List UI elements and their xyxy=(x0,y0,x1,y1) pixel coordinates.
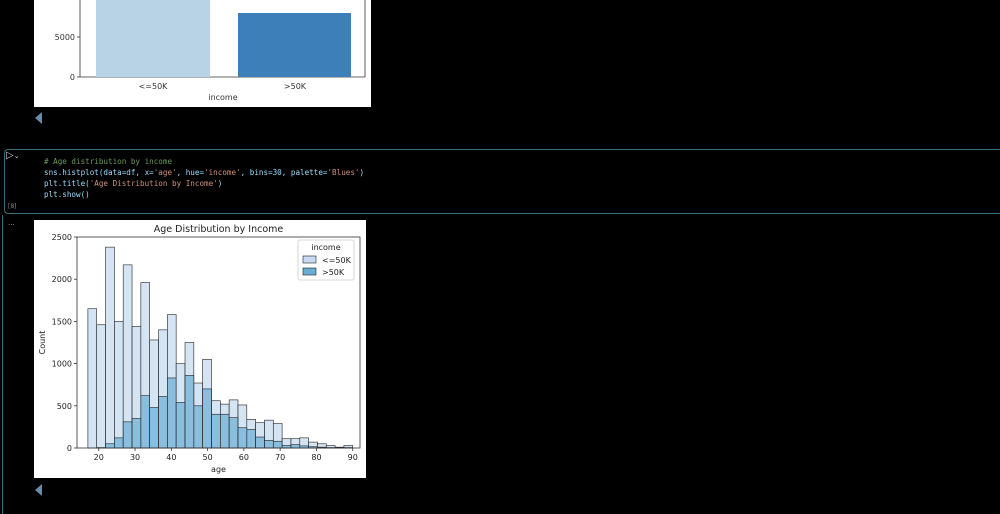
hist-bar-gt50k xyxy=(246,429,256,449)
top-xtick-gt50k: >50K xyxy=(284,82,307,91)
hist-bar-gt50k xyxy=(184,375,195,449)
y-tick-label: 2500 xyxy=(52,233,72,242)
output-menu-button[interactable]: ... xyxy=(8,219,15,227)
hist-bar-le50k xyxy=(96,324,106,449)
hist-bar-gt50k xyxy=(140,395,150,449)
legend-label: <=50K xyxy=(322,256,352,265)
hist-bar-gt50k xyxy=(149,407,159,449)
code-token: , hue= xyxy=(176,168,205,177)
top-chart-svg: 5000 0 <=50K >50K income xyxy=(55,0,366,102)
hist-bar-gt50k xyxy=(167,377,177,449)
top-ytick-5000: 5000 xyxy=(55,33,75,42)
y-axis-label: Count xyxy=(38,331,47,355)
x-tick-label: 60 xyxy=(239,453,249,462)
code-string: 'Age Distribution by Income' xyxy=(89,179,218,188)
hist-bar-gt50k xyxy=(175,402,186,449)
top-chart-output: 5000 0 <=50K >50K income xyxy=(34,0,371,107)
legend-label: >50K xyxy=(322,268,345,277)
code-token: plt.show() xyxy=(44,190,90,199)
hist-bar-gt50k xyxy=(193,405,203,449)
histogram-output: 20 30 40 50 60 70 80 90 0 500 1000 1500 2000 2500 Age … xyxy=(34,220,366,478)
histogram-svg: 20 30 40 50 60 70 80 90 0 500 1000 1500 2000 2500 Age … xyxy=(38,224,361,474)
y-tick-label: 0 xyxy=(67,444,72,453)
code-token: , bins=30, palette= xyxy=(240,168,328,177)
code-string: 'income' xyxy=(204,168,241,177)
code-token: ) xyxy=(359,168,365,177)
legend-title: income xyxy=(311,243,340,252)
x-tick-label: 30 xyxy=(130,453,140,462)
y-tick-label: 1500 xyxy=(52,317,72,326)
chart-title: Age Distribution by Income xyxy=(154,224,284,235)
code-comment: # Age distribution by income xyxy=(44,157,173,166)
code-string: 'age' xyxy=(153,168,177,177)
code-editor[interactable]: # Age distribution by income sns.histplo… xyxy=(44,156,364,200)
hist-bar-gt50k xyxy=(105,443,115,449)
hist-bar-le50k xyxy=(122,264,133,449)
collapse-output-icon[interactable] xyxy=(35,112,42,124)
x-tick-label: 70 xyxy=(275,453,285,462)
chevron-down-icon: ⌄ xyxy=(13,152,20,160)
execution-count: [8] xyxy=(8,203,17,210)
x-axis-label: age xyxy=(211,465,226,474)
code-string: 'Blues' xyxy=(327,168,360,177)
y-tick-label: 1000 xyxy=(52,360,72,369)
x-tick-label: 40 xyxy=(166,453,176,462)
hist-bar-gt50k xyxy=(158,396,168,449)
bar-le50k xyxy=(96,0,210,77)
hist-bar-gt50k xyxy=(211,413,221,449)
hist-bar-le50k xyxy=(114,321,124,449)
hist-bar-gt50k xyxy=(220,413,230,449)
y-tick-label: 2000 xyxy=(52,275,72,284)
hist-bar-gt50k xyxy=(237,427,248,449)
play-icon: ▷ xyxy=(6,150,14,161)
hist-bar-gt50k xyxy=(202,388,212,449)
code-token: sns.histplot(data=df, x= xyxy=(44,168,154,177)
hist-bar-gt50k xyxy=(114,437,124,449)
code-token: plt.title( xyxy=(44,179,90,188)
hist-bar-gt50k xyxy=(228,417,239,449)
hist-bar-gt50k xyxy=(272,440,283,449)
hist-bar-gt50k xyxy=(122,421,133,449)
x-tick-label: 90 xyxy=(348,453,358,462)
x-tick-label: 20 xyxy=(94,453,104,462)
run-cell-button[interactable]: ▷⌄ xyxy=(6,150,20,161)
hist-bar-gt50k xyxy=(131,418,142,449)
hist-bar-gt50k xyxy=(264,440,274,449)
collapse-output-icon[interactable] xyxy=(35,484,42,496)
output-focus-bar xyxy=(2,215,3,514)
hist-bar-le50k xyxy=(105,246,115,449)
legend-swatch xyxy=(302,267,317,276)
top-xlabel: income xyxy=(208,93,237,102)
hist-bar-gt50k xyxy=(290,444,301,449)
hist-bar-le50k xyxy=(87,308,98,449)
hist-bar-gt50k xyxy=(255,436,265,449)
y-tick-label: 500 xyxy=(57,402,72,411)
top-xtick-le50k: <=50K xyxy=(139,82,169,91)
bar-gt50k xyxy=(238,13,351,77)
legend-swatch xyxy=(302,255,317,264)
x-tick-label: 50 xyxy=(203,453,213,462)
code-token: ) xyxy=(217,179,223,188)
top-ytick-0: 0 xyxy=(70,73,75,82)
x-tick-label: 80 xyxy=(311,453,321,462)
